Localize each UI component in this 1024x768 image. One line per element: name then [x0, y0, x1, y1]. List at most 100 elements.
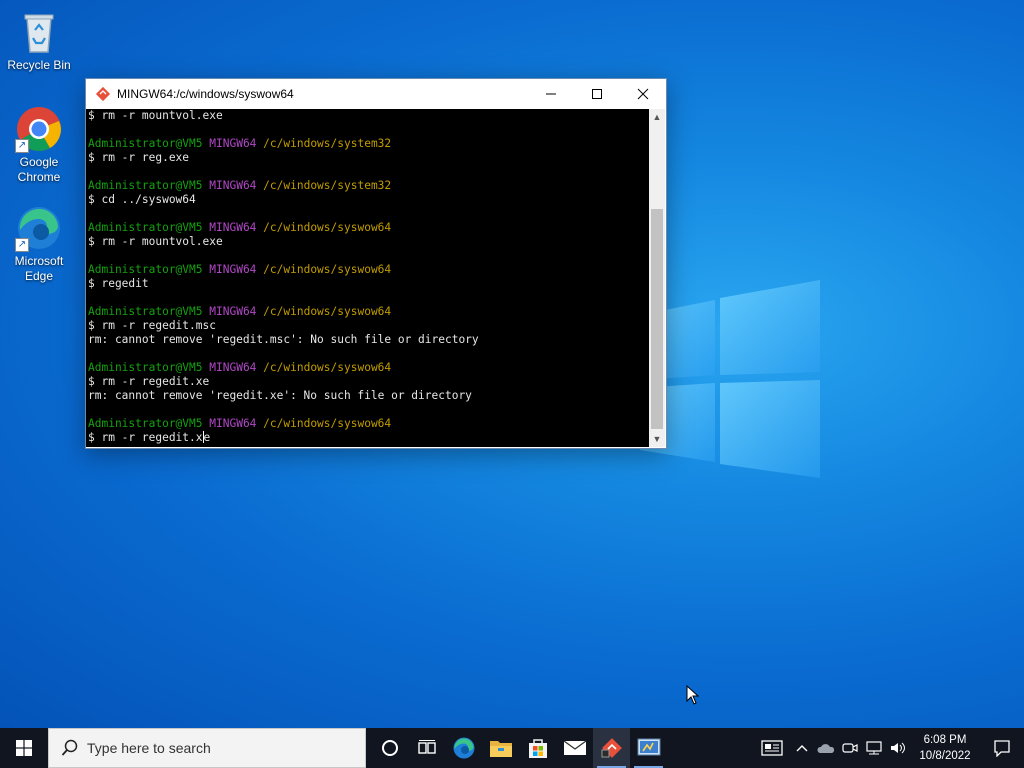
- input-text-after-cursor: e: [203, 431, 211, 444]
- terminal-current-input[interactable]: $ rm -r regedit.xe: [88, 431, 651, 445]
- terminal-output[interactable]: $ rm -r mountvol.exe Administrator@VM5 M…: [86, 109, 651, 447]
- terminal-command-line: $ rm -r regedit.xe: [88, 375, 210, 388]
- git-bash-window[interactable]: MINGW64:/c/windows/syswow64 $ rm -r moun…: [85, 78, 667, 449]
- cortana-icon: [381, 740, 398, 756]
- cortana-button[interactable]: [371, 728, 408, 768]
- desktop: Recycle Bin ↗ Google Chrome ↗ Microsoft …: [0, 0, 1024, 728]
- search-placeholder: Type here to search: [87, 740, 211, 756]
- onedrive-button[interactable]: [814, 728, 838, 768]
- prompt-user-host: Administrator@VM5: [88, 179, 203, 192]
- close-icon: [637, 88, 649, 100]
- task-view-icon: [417, 740, 436, 754]
- git-bash-icon: [95, 86, 111, 102]
- desktop-icon-recycle-bin[interactable]: Recycle Bin: [0, 8, 78, 73]
- speaker-icon: [891, 742, 905, 754]
- clock-time: 6:08 PM: [923, 734, 967, 746]
- taskbar-control-panel-button[interactable]: [630, 728, 667, 768]
- chrome-icon: ↗: [15, 105, 63, 153]
- terminal-prompt-line: Administrator@VM5 MINGW64 /c/windows/sys…: [88, 221, 651, 235]
- desktop-icon-label: Recycle Bin: [7, 58, 71, 72]
- terminal-command-line: $ rm -r mountvol.exe: [88, 235, 223, 248]
- terminal-prompt-line: Administrator@VM5 MINGW64 /c/windows/sys…: [88, 417, 651, 431]
- input-text: $ rm -r regedit.x: [88, 431, 203, 444]
- network-button[interactable]: [862, 728, 886, 768]
- terminal-prompt-line: Administrator@VM5 MINGW64 /c/windows/sys…: [88, 137, 651, 151]
- prompt-path: /c/windows/system32: [263, 137, 392, 150]
- terminal-prompt-line: Administrator@VM5 MINGW64 /c/windows/sys…: [88, 179, 651, 193]
- maximize-icon: [592, 89, 602, 99]
- chevron-up-icon: [796, 745, 808, 752]
- notification-icon: [994, 740, 1010, 757]
- terminal-command-line: $ rm -r mountvol.exe: [88, 109, 223, 122]
- volume-button[interactable]: [886, 728, 910, 768]
- prompt-path: /c/windows/system32: [263, 179, 392, 192]
- taskbar-mail-button[interactable]: [556, 728, 593, 768]
- terminal-command-line: $ cd ../syswow64: [88, 193, 196, 206]
- show-hidden-icons-button[interactable]: [790, 728, 814, 768]
- taskbar-git-bash-button[interactable]: [593, 728, 630, 768]
- prompt-path: /c/windows/syswow64: [263, 221, 392, 234]
- prompt-user-host: Administrator@VM5: [88, 417, 203, 430]
- window-titlebar[interactable]: MINGW64:/c/windows/syswow64: [86, 79, 666, 109]
- start-button[interactable]: [0, 728, 48, 768]
- taskbar-edge-button[interactable]: [445, 728, 482, 768]
- desktop-icon-microsoft-edge[interactable]: ↗ Microsoft Edge: [0, 204, 78, 284]
- mouse-pointer-icon: [686, 685, 700, 705]
- control-panel-icon: [637, 738, 660, 756]
- scroll-down-arrow-icon[interactable]: ▼: [649, 431, 665, 447]
- maximize-button[interactable]: [574, 79, 620, 109]
- terminal-command-line: $ rm -r reg.exe: [88, 151, 190, 164]
- close-button[interactable]: [620, 79, 666, 109]
- clock-date: 10/8/2022: [919, 750, 971, 762]
- action-center-button[interactable]: [980, 728, 1024, 768]
- prompt-shell: MINGW64: [209, 361, 257, 374]
- terminal-output-line: rm: cannot remove 'regedit.msc': No such…: [88, 333, 479, 346]
- store-icon: [528, 739, 547, 758]
- scrollbar-thumb[interactable]: [651, 209, 663, 429]
- prompt-shell: MINGW64: [209, 221, 257, 234]
- task-view-button[interactable]: [408, 728, 445, 768]
- terminal-command-line: $ rm -r regedit.msc: [88, 319, 216, 332]
- shortcut-arrow-icon: ↗: [15, 139, 29, 153]
- prompt-user-host: Administrator@VM5: [88, 137, 203, 150]
- desktop-icon-google-chrome[interactable]: ↗ Google Chrome: [0, 105, 78, 185]
- desktop-icon-label: Microsoft Edge: [14, 254, 64, 283]
- search-input[interactable]: Type here to search: [48, 728, 366, 768]
- prompt-shell: MINGW64: [209, 179, 257, 192]
- prompt-path: /c/windows/syswow64: [263, 361, 392, 374]
- minimize-button[interactable]: [528, 79, 574, 109]
- news-icon: [761, 740, 783, 756]
- file-explorer-icon: [489, 741, 512, 757]
- edge-icon: [453, 737, 474, 759]
- git-bash-icon: [601, 738, 622, 758]
- prompt-user-host: Administrator@VM5: [88, 305, 203, 318]
- news-and-interests-button[interactable]: [754, 728, 790, 768]
- prompt-shell: MINGW64: [209, 417, 257, 430]
- mail-icon: [563, 740, 586, 755]
- terminal-prompt-line: Administrator@VM5 MINGW64 /c/windows/sys…: [88, 361, 651, 375]
- edge-icon: ↗: [15, 204, 63, 252]
- taskbar-store-button[interactable]: [519, 728, 556, 768]
- scroll-up-arrow-icon[interactable]: ▲: [649, 109, 665, 125]
- windows-start-icon: [16, 740, 32, 756]
- window-title: MINGW64:/c/windows/syswow64: [117, 87, 294, 101]
- meet-now-button[interactable]: [838, 728, 862, 768]
- terminal-output-line: rm: cannot remove 'regedit.xe': No such …: [88, 389, 472, 402]
- shortcut-arrow-icon: ↗: [15, 238, 29, 252]
- prompt-user-host: Administrator@VM5: [88, 221, 203, 234]
- prompt-path: /c/windows/syswow64: [263, 417, 392, 430]
- taskbar-file-explorer-button[interactable]: [482, 728, 519, 768]
- clock[interactable]: 6:08 PM 10/8/2022: [910, 732, 980, 764]
- prompt-shell: MINGW64: [209, 305, 257, 318]
- desktop-icon-label: Google Chrome: [17, 155, 61, 184]
- minimize-icon: [546, 93, 556, 95]
- vertical-scrollbar[interactable]: ▲ ▼: [649, 109, 665, 447]
- recycle-bin-icon: [15, 8, 63, 56]
- onedrive-icon: [817, 744, 835, 753]
